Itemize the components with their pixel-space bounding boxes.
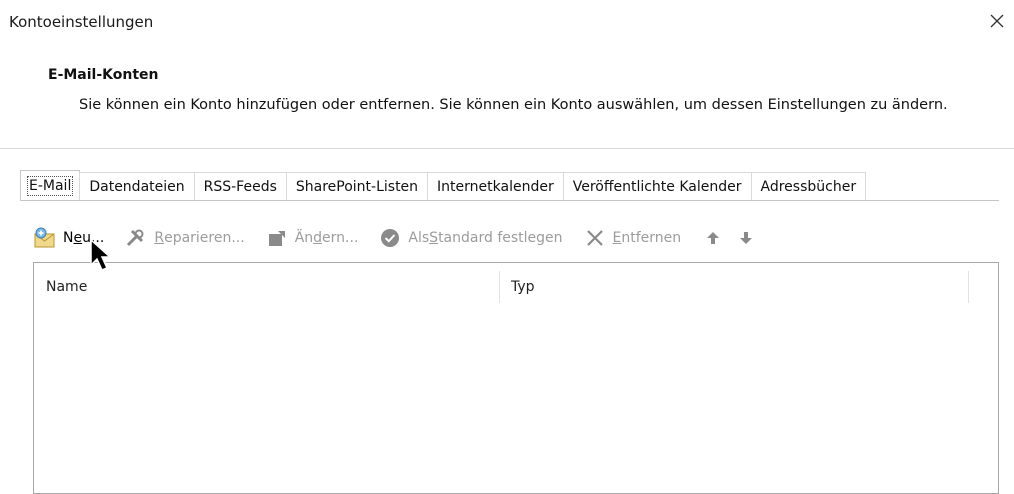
- tab-email[interactable]: E-Mail: [20, 170, 81, 201]
- set-default-accel: S: [429, 230, 439, 246]
- new-account-label-pre: N: [63, 230, 74, 246]
- column-separator[interactable]: [968, 271, 969, 303]
- remove-accel: E: [612, 230, 622, 246]
- new-account-accel: e: [73, 230, 83, 246]
- change-label-post: ern...: [322, 230, 359, 246]
- set-default-label-pre: Als: [408, 230, 430, 246]
- tab-adressbuecher[interactable]: Adressbücher: [750, 172, 867, 201]
- column-header-typ[interactable]: Typ: [511, 279, 535, 295]
- tab-panel-border: [20, 200, 999, 201]
- new-account-envelope-icon: [33, 226, 57, 250]
- window-title: Kontoeinstellungen: [9, 13, 154, 31]
- account-toolbar: Ne u... Reparieren... Än d ern... Als Stand…: [33, 223, 769, 253]
- change-accel: d: [313, 230, 323, 246]
- tab-rss-feeds[interactable]: RSS-Feeds: [193, 172, 287, 201]
- close-icon: [990, 14, 1004, 28]
- change-settings-icon: [265, 226, 289, 250]
- arrow-up-icon[interactable]: [703, 228, 723, 248]
- repair-label-post: eparieren...: [164, 230, 245, 246]
- column-separator[interactable]: [499, 271, 500, 303]
- set-default-button[interactable]: Als Standard festlegen: [378, 226, 563, 250]
- close-button[interactable]: [984, 8, 1010, 34]
- repair-tools-icon: [124, 226, 148, 250]
- remove-x-icon: [583, 226, 607, 250]
- change-label-pre: Än: [294, 230, 314, 246]
- remove-label-post: ntfernen: [621, 230, 682, 246]
- change-button[interactable]: Än d ern...: [265, 226, 359, 250]
- tab-sharepoint-listen[interactable]: SharePoint-Listen: [285, 172, 429, 201]
- column-header-name[interactable]: Name: [46, 279, 87, 295]
- tab-internetkalender[interactable]: Internetkalender: [427, 172, 564, 201]
- account-list[interactable]: Name Typ: [33, 262, 999, 494]
- repair-accel: R: [154, 230, 165, 246]
- arrow-down-icon[interactable]: [736, 228, 756, 248]
- tab-strip: E-Mail Datendateien RSS-Feeds SharePoint…: [20, 170, 867, 201]
- tab-email-label: E-Mail: [27, 176, 74, 196]
- repair-button[interactable]: Reparieren...: [124, 226, 245, 250]
- remove-button[interactable]: Entfernen: [583, 226, 682, 250]
- mouse-cursor-icon: [90, 238, 112, 271]
- set-default-label-post: tandard festlegen: [438, 230, 563, 246]
- tab-veroeffentlichte-kalender[interactable]: Veröffentlichte Kalender: [562, 172, 752, 201]
- tab-datendateien[interactable]: Datendateien: [79, 172, 195, 201]
- move-buttons: [703, 228, 769, 248]
- list-header: Name Typ: [34, 263, 998, 309]
- divider: [0, 148, 1014, 149]
- section-description: Sie können ein Konto hinzufügen oder ent…: [79, 97, 948, 113]
- section-heading: E-Mail-Konten: [48, 67, 159, 83]
- checkmark-circle-icon: [378, 226, 402, 250]
